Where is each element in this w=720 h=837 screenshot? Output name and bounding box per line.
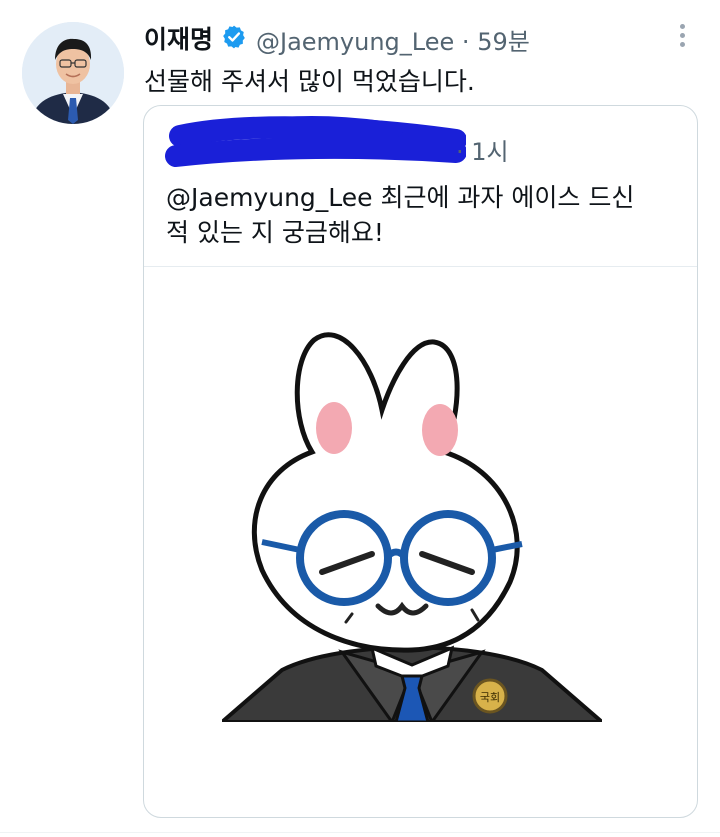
quoted-tweet-text-line: 적 있는 지 궁금해요! — [166, 218, 384, 247]
verified-badge-icon — [221, 24, 247, 50]
quoted-tweet-meta: · 1시 — [456, 132, 509, 167]
bunny-blush-right — [422, 404, 458, 456]
glasses-bridge — [385, 548, 407, 559]
quoted-tweet-image[interactable]: 국회 — [222, 320, 602, 722]
redaction-scribble — [165, 115, 466, 167]
author-name[interactable]: 이재명 — [144, 20, 213, 56]
quoted-tweet-timestamp[interactable]: 1시 — [471, 138, 508, 166]
bunny-head — [251, 332, 520, 653]
separator-dot: · — [456, 138, 472, 166]
quoted-tweet-text: @Jaemyung_Lee 최근에 과자 에이스 드신 적 있는 지 궁금해요! — [166, 180, 666, 250]
avatar-photo — [22, 22, 124, 124]
divider — [144, 266, 697, 267]
divider — [0, 832, 720, 833]
author-meta: @Jaemyung_Lee · 59분 — [256, 22, 530, 57]
more-options-icon[interactable] — [672, 24, 692, 50]
separator-dot: · — [461, 28, 478, 56]
assembly-badge-text: 국회 — [480, 691, 500, 704]
bunny-blush-left — [316, 402, 352, 454]
author-handle[interactable]: @Jaemyung_Lee — [256, 28, 454, 56]
tweet-text: 선물해 주셔서 많이 먹었습니다. — [144, 67, 475, 96]
quoted-tweet-text-line: @Jaemyung_Lee 최근에 과자 에이스 드신 — [166, 183, 635, 212]
tweet-timestamp[interactable]: 59분 — [477, 28, 530, 56]
author-avatar[interactable] — [22, 22, 124, 124]
quoted-tweet-card[interactable]: · 1시 @Jaemyung_Lee 최근에 과자 에이스 드신 적 있는 지 … — [143, 105, 698, 818]
